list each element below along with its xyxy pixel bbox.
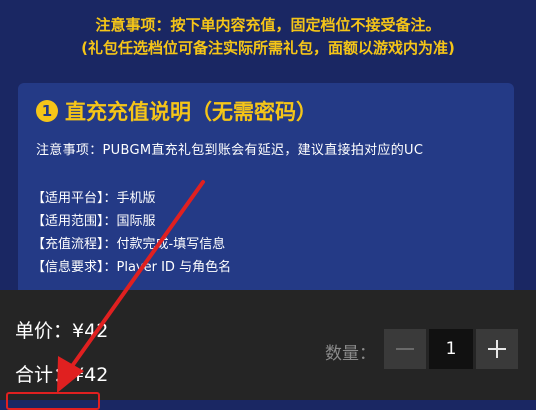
info-row-value: ：Player ID 与角色名 bbox=[103, 260, 232, 275]
info-row-key: 【信息要求】 bbox=[32, 260, 104, 275]
info-row-process: 【充值流程】：付款完成-填写信息 bbox=[32, 233, 225, 252]
unit-price-label: 单价： bbox=[15, 320, 73, 342]
notice-line-1: 注意事项：按下单内容充值，固定档位不接受备注。 bbox=[95, 16, 441, 34]
info-row-key: 【充值流程】 bbox=[32, 237, 104, 252]
order-bar: 单价：¥42 合计：¥42 数量： 1 bbox=[0, 290, 536, 400]
increase-quantity-button[interactable] bbox=[476, 329, 518, 369]
quantity-label: 数量： bbox=[325, 344, 376, 364]
info-row-requirement: 【信息要求】：Player ID 与角色名 bbox=[32, 256, 231, 275]
info-row-scope: 【适用范围】：国际服 bbox=[32, 210, 156, 229]
annotation-highlight-box bbox=[6, 392, 100, 410]
plus-icon bbox=[488, 340, 506, 358]
info-row-key: 【适用范围】 bbox=[32, 214, 104, 229]
info-row-value: ：付款完成-填写信息 bbox=[103, 237, 226, 252]
notice-line-2: (礼包任选档位可备注实际所需礼包，面额以游戏内为准) bbox=[81, 39, 455, 57]
info-row-value: ：国际服 bbox=[103, 214, 156, 229]
quantity-input[interactable]: 1 bbox=[429, 329, 473, 369]
notice-banner: 注意事项：按下单内容充值，固定档位不接受备注。 (礼包任选档位可备注实际所需礼包… bbox=[0, 14, 536, 60]
total-label: 合计： bbox=[15, 364, 73, 386]
total-row: 合计：¥42 bbox=[15, 360, 108, 387]
card-title-text: 直充充值说明（无需密码） bbox=[65, 100, 317, 124]
unit-price-value: ¥42 bbox=[72, 320, 109, 342]
total-value: ¥42 bbox=[72, 364, 109, 386]
info-row-platform: 【适用平台】：手机版 bbox=[32, 187, 156, 206]
decrease-quantity-button[interactable] bbox=[384, 329, 426, 369]
card-note: 注意事项：PUBGM直充礼包到账会有延迟，建议直接拍对应的UC bbox=[36, 143, 424, 158]
info-row-value: ：手机版 bbox=[103, 191, 156, 206]
info-row-key: 【适用平台】 bbox=[32, 191, 104, 206]
circled-number-icon: 1 bbox=[36, 100, 58, 122]
minus-icon bbox=[396, 348, 414, 350]
unit-price-row: 单价：¥42 bbox=[15, 316, 108, 343]
recharge-info-card: 1 直充充值说明（无需密码） 注意事项：PUBGM直充礼包到账会有延迟，建议直接… bbox=[18, 83, 514, 313]
card-title: 1 直充充值说明（无需密码） bbox=[36, 96, 317, 126]
